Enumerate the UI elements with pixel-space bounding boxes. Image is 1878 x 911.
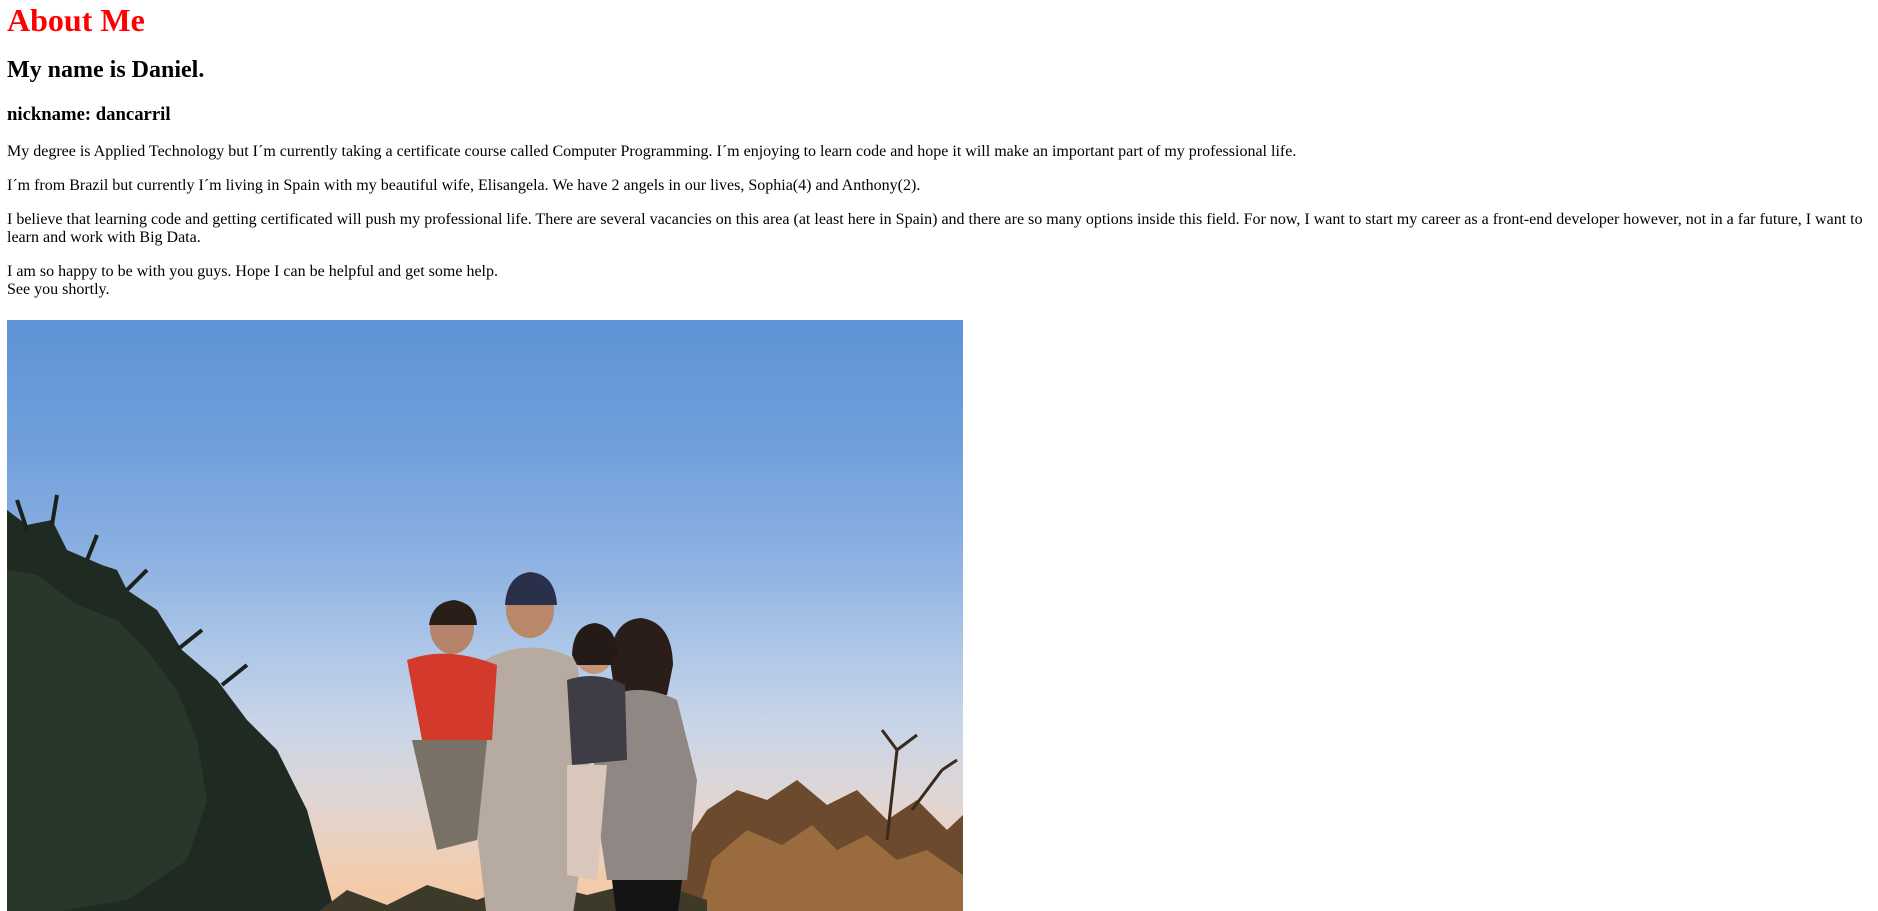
family-photo-illustration	[7, 494, 963, 911]
nickname-heading: nickname: dancarril	[7, 104, 171, 125]
man-cap	[505, 572, 557, 605]
boy-jacket	[407, 653, 497, 740]
boy-legs	[412, 740, 487, 850]
woman-legs	[612, 880, 682, 911]
girl-hair	[572, 623, 617, 665]
family-photo	[7, 320, 963, 911]
girl-legs	[567, 765, 607, 880]
left-tree-highlight	[7, 570, 207, 911]
goals-paragraph: I believe that learning code and getting…	[7, 211, 1863, 246]
closing-line-1: I am so happy to be with you guys. Hope …	[7, 263, 498, 280]
girl-body	[567, 676, 627, 765]
name-heading: My name is Daniel.	[7, 57, 205, 83]
about-page: About Me My name is Daniel. nickname: da…	[7, 0, 1871, 299]
degree-paragraph: My degree is Applied Technology but I´m …	[7, 143, 1297, 160]
closing-line-2: See you shortly.	[7, 281, 110, 298]
page-title: About Me	[7, 2, 145, 38]
boy-hair	[429, 600, 477, 625]
origin-paragraph: I´m from Brazil but currently I´m living…	[7, 177, 921, 194]
closing-paragraph: I am so happy to be with you guys. Hope …	[7, 263, 1871, 299]
